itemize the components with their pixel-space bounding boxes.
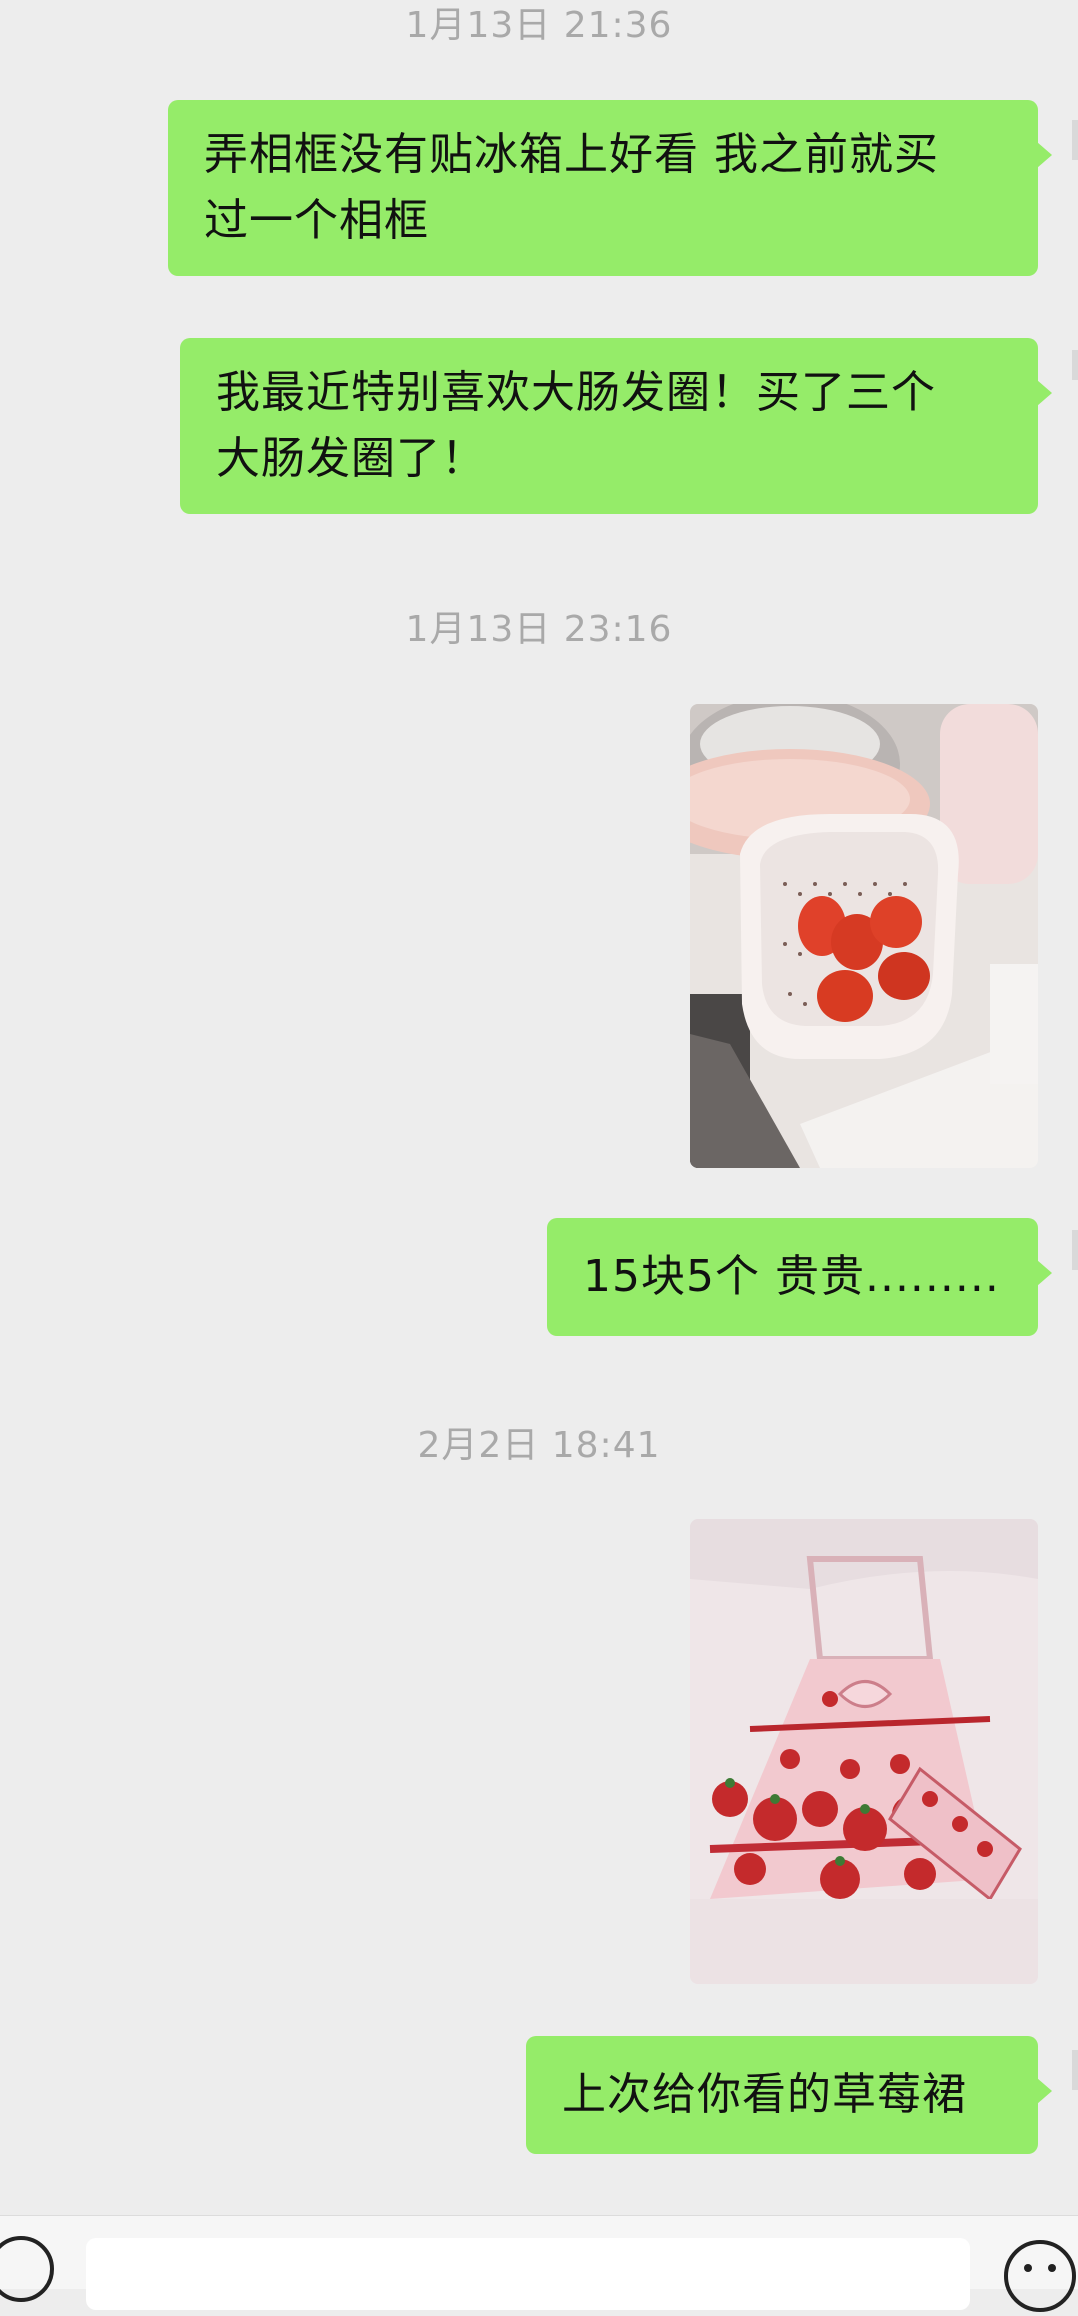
photo-strawberries[interactable] <box>690 704 1038 1168</box>
chat-input-bar <box>0 2215 1078 2312</box>
strawberry-bowl-image <box>690 704 1038 1168</box>
strawberry-dress-image <box>690 1519 1038 1984</box>
message-line: 弄相框没有贴冰箱上好看 我之前就买 <box>204 129 939 180</box>
message-line: 上次给你看的草莓裙 <box>562 2069 967 2120</box>
message-bubble[interactable]: 上次给你看的草莓裙 <box>526 2036 1052 2154</box>
emoji-icon[interactable] <box>1000 2236 1078 2316</box>
photo-dress[interactable] <box>690 1519 1038 1984</box>
message-input[interactable] <box>86 2238 970 2310</box>
message-line: 我最近特别喜欢大肠发圈！买了三个 <box>216 367 936 418</box>
message-line: 过一个相框 <box>204 195 429 246</box>
message-line: 大肠发圈了！ <box>216 433 486 484</box>
scroll-edge-mark <box>1072 350 1078 380</box>
message-line: 15块5个 贵贵......... <box>583 1251 1000 1302</box>
voice-icon[interactable] <box>0 2236 54 2302</box>
scroll-edge-mark <box>1072 1230 1078 1270</box>
timestamp: 1月13日 21:36 <box>405 5 673 46</box>
timestamp: 2月2日 18:41 <box>417 1425 661 1466</box>
chat-scroll-area[interactable]: 1月13日 21:36 弄相框没有贴冰箱上好看 我之前就买 过一个相框 我最近特… <box>0 0 1078 2215</box>
message-bubble[interactable]: 15块5个 贵贵......... <box>547 1218 1052 1336</box>
scroll-edge-mark <box>1072 120 1078 160</box>
message-bubble[interactable]: 我最近特别喜欢大肠发圈！买了三个 大肠发圈了！ <box>180 338 1052 514</box>
message-bubble[interactable]: 弄相框没有贴冰箱上好看 我之前就买 过一个相框 <box>168 100 1052 276</box>
scroll-edge-mark <box>1072 2050 1078 2090</box>
timestamp: 1月13日 23:16 <box>405 609 673 650</box>
